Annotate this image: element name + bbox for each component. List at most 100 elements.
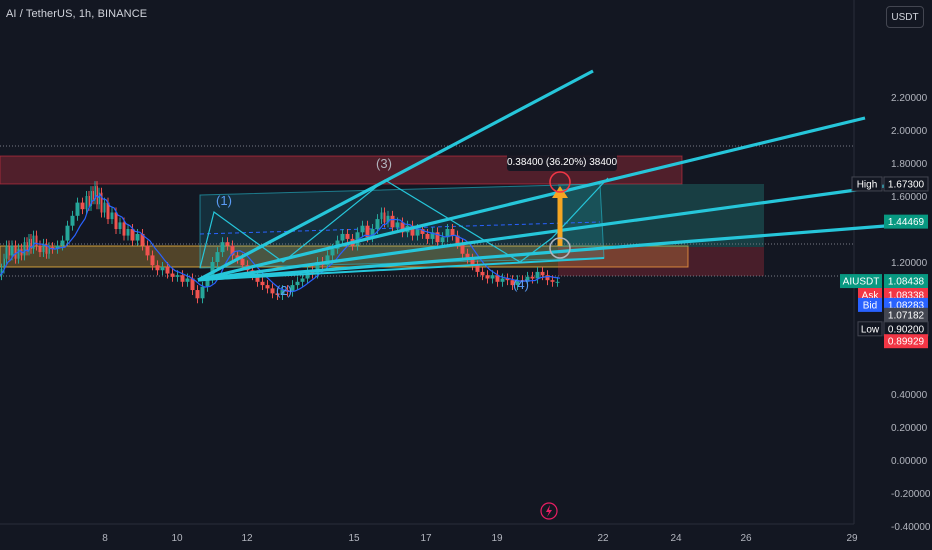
candle-body [390, 215, 395, 228]
price-tick-label: -0.40000 [891, 522, 931, 533]
candle-body [540, 271, 545, 276]
price-badge-label: Bid [863, 300, 877, 311]
candle-body [383, 212, 386, 223]
price-badge-label: Low [861, 324, 880, 335]
candle-body [450, 229, 455, 236]
candle-body [330, 248, 335, 256]
candle-body [300, 278, 305, 282]
candle-body [5, 245, 8, 259]
candle-body [340, 233, 345, 241]
candle-body [485, 275, 490, 279]
candle-body [165, 266, 170, 274]
price-badge-value: 1.44469 [888, 217, 925, 228]
candle-body [475, 265, 480, 272]
candle-body [75, 202, 80, 216]
candle-body [8, 245, 10, 256]
price-tick-label: 1.20000 [891, 258, 928, 269]
time-tick-label: 12 [241, 533, 253, 544]
candle-body [425, 233, 430, 239]
price-tick-label: 0.00000 [891, 456, 928, 467]
candle-body [375, 219, 380, 229]
time-tick-label: 19 [491, 533, 503, 544]
time-tick-label: 15 [348, 533, 360, 544]
candle-body [135, 233, 140, 241]
candle-body [500, 278, 505, 282]
candle-body [545, 275, 550, 281]
time-tick-label: 8 [102, 533, 108, 544]
candle-body [126, 229, 130, 236]
wave-label-1: (1) [216, 193, 232, 208]
price-tick-label: 1.80000 [891, 159, 928, 170]
price-tick-label: 2.00000 [891, 126, 928, 137]
price-badge-label: High [857, 179, 878, 190]
candle-body [96, 186, 98, 205]
candle-body [265, 285, 270, 289]
candle-body [200, 286, 205, 299]
candle-body [10, 245, 14, 256]
candle-body [92, 191, 94, 200]
candle-body [215, 252, 220, 262]
candle-body [17, 248, 20, 259]
candle-body [415, 229, 420, 236]
candle-body [360, 225, 365, 233]
price-badge: 0.89929 [884, 334, 928, 349]
price-badge-value: 1.07182 [888, 310, 925, 321]
price-chart[interactable]: 0.38400 (36.20%) 38400 (1) (2) (3) (4) 2… [0, 0, 932, 550]
candle-body [80, 202, 85, 210]
candle-body [225, 242, 230, 246]
candle-body [295, 281, 300, 286]
candle-body [122, 222, 126, 236]
candle-body [240, 258, 245, 266]
candle-body [60, 240, 65, 246]
price-badge-value: 0.90200 [888, 324, 925, 335]
candle-body [175, 275, 180, 277]
candle-body [170, 273, 175, 277]
price-badge-value: 1.08438 [888, 277, 925, 288]
candle-body [380, 212, 383, 220]
candle-body [114, 212, 118, 229]
candle-body [103, 202, 106, 213]
time-tick-label: 24 [670, 533, 682, 544]
candle-body [88, 196, 90, 206]
price-tick-label: 1.60000 [891, 192, 928, 203]
wave-label-2: (2) [276, 283, 292, 298]
candle-body [85, 196, 88, 210]
time-tick-label: 22 [597, 533, 609, 544]
candle-body [345, 233, 350, 239]
candle-body [65, 225, 70, 241]
price-tick-label: 0.20000 [891, 423, 928, 434]
price-badge: High 1.67300 [851, 176, 929, 192]
price-tick-label: 0.40000 [891, 390, 928, 401]
candle-body [14, 245, 17, 259]
lightning-icon[interactable] [540, 502, 558, 520]
candle-body [118, 222, 122, 229]
time-tick-label: 10 [171, 533, 183, 544]
candle-body [185, 278, 190, 282]
candle-body [260, 281, 265, 286]
time-axis[interactable]: 8 10 12 15 17 19 22 24 26 29 [102, 533, 858, 544]
time-tick-label: 26 [740, 533, 752, 544]
candle-body [23, 242, 26, 256]
time-tick-label: 29 [846, 533, 858, 544]
candle-body [70, 215, 75, 226]
time-tick-label: 17 [420, 533, 432, 544]
price-badge: Low 0.90200 [857, 321, 929, 337]
price-badge: 1.44469 [884, 214, 928, 229]
price-badge-value: 1.67300 [888, 179, 925, 190]
price-badge: AIUSDT 1.08438 [840, 274, 928, 289]
candle-body [26, 242, 28, 251]
candle-body [220, 242, 225, 253]
candle-body [270, 288, 275, 294]
wave-label-3: (3) [376, 156, 392, 171]
price-badge: 1.07182 [884, 307, 928, 322]
candle-body [395, 222, 400, 228]
price-tick-label: 2.20000 [891, 93, 928, 104]
price-tick-label: -0.20000 [891, 489, 931, 500]
measure-tooltip: 0.38400 (36.20%) 38400 [507, 157, 618, 168]
candle-body [195, 290, 200, 299]
candle-body [155, 265, 160, 271]
price-badge-label: AIUSDT [843, 277, 880, 288]
candle-body [160, 266, 165, 271]
wave-label-4: (4) [513, 277, 529, 292]
candle-body [535, 271, 540, 279]
